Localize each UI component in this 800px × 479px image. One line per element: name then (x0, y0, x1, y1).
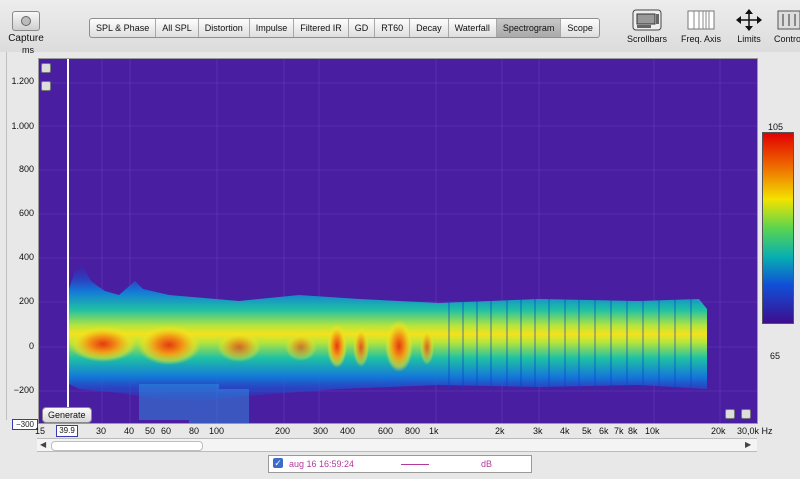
scrollbars-label: Scrollbars (627, 34, 668, 44)
y-tick-label: 0 (28, 341, 34, 351)
tab-distortion[interactable]: Distortion (199, 19, 250, 37)
x-tick-label: 30 (96, 426, 107, 436)
x-tick-label: 6k (599, 426, 609, 436)
x-tick-label: 7k (614, 426, 624, 436)
scroll-right-icon[interactable]: ▶ (745, 440, 751, 449)
color-scale-bar (762, 132, 794, 324)
cursor-frequency-field[interactable]: 39.9 (56, 425, 78, 437)
zoom-in-y-button[interactable] (41, 63, 51, 73)
zoom-out-x-button[interactable] (741, 409, 751, 419)
spectrogram-plot[interactable]: Generate (38, 58, 758, 424)
color-scale-min: 65 (770, 351, 781, 361)
freq-axis-label: Freq. Axis (681, 34, 722, 44)
y-tick-label: 200 (18, 296, 34, 306)
legend-unit: dB (481, 459, 493, 469)
freq-axis-button[interactable]: Freq. Axis (681, 9, 721, 44)
x-tick-label: 30,0k Hz (737, 426, 773, 436)
limits-button[interactable]: Limits (735, 9, 763, 44)
y-tick-label: 1.000 (11, 121, 34, 131)
color-scale-max: 105 (768, 122, 784, 132)
measurement-legend: ✓ aug 16 16:59:24 dB (268, 455, 532, 473)
x-tick-label: 5k (582, 426, 592, 436)
x-tick-label: 80 (189, 426, 200, 436)
controls-label: Contro (774, 34, 800, 44)
x-tick-label: 8k (628, 426, 638, 436)
x-tick-label: 100 (209, 426, 225, 436)
generate-button[interactable]: Generate (42, 407, 92, 423)
measurement-name: aug 16 16:59:24 (289, 459, 355, 469)
frequency-cursor[interactable] (67, 59, 69, 423)
x-tick-label: 4k (560, 426, 570, 436)
horizontal-scrollbar[interactable]: ◀ ▶ (37, 438, 757, 452)
tab-rt60[interactable]: RT60 (375, 19, 411, 37)
capture-label: Capture (8, 33, 44, 44)
scrollbar-thumb[interactable] (51, 441, 203, 451)
x-tick-label: 20k (711, 426, 726, 436)
controls-icon (777, 10, 800, 30)
spectrogram-image (39, 59, 757, 423)
graph-tabs: SPL & Phase All SPL Distortion Impulse F… (89, 18, 600, 38)
toolbar: Capture SPL & Phase All SPL Distortion I… (0, 0, 800, 52)
controls-button[interactable]: Contro (774, 9, 800, 44)
tab-impulse[interactable]: Impulse (250, 19, 295, 37)
limits-label: Limits (737, 34, 761, 44)
tab-gd[interactable]: GD (349, 19, 376, 37)
x-tick-label: 2k (495, 426, 505, 436)
x-tick-label: 1k (429, 426, 439, 436)
zoom-in-x-button[interactable] (725, 409, 735, 419)
x-start-label: 15 (35, 426, 46, 436)
scroll-left-icon[interactable]: ◀ (40, 440, 46, 449)
x-tick-label: 60 (161, 426, 172, 436)
x-tick-label: 40 (124, 426, 135, 436)
x-tick-label: 3k (533, 426, 543, 436)
tab-waterfall[interactable]: Waterfall (449, 19, 497, 37)
scrollbars-icon (632, 9, 662, 31)
tab-filtered-ir[interactable]: Filtered IR (294, 19, 349, 37)
tab-spl-phase[interactable]: SPL & Phase (90, 19, 157, 37)
y-tick-label: 1.200 (11, 76, 34, 86)
freq-axis-icon (687, 10, 715, 30)
tab-spectrogram[interactable]: Spectrogram (496, 19, 562, 37)
tab-all-spl[interactable]: All SPL (156, 19, 199, 37)
x-tick-label: 400 (340, 426, 356, 436)
x-tick-label: 600 (378, 426, 394, 436)
x-tick-label: 10k (645, 426, 660, 436)
measurement-checkbox[interactable]: ✓ (273, 458, 283, 468)
capture-button[interactable]: Capture (8, 11, 44, 44)
y-axis-unit: ms (22, 45, 34, 55)
y-tick-label: 800 (18, 164, 34, 174)
y-tick-label: 400 (18, 252, 34, 262)
x-tick-label: 200 (275, 426, 291, 436)
scrollbars-button[interactable]: Scrollbars (627, 9, 667, 44)
tab-decay[interactable]: Decay (410, 19, 449, 37)
x-tick-label: 800 (405, 426, 421, 436)
y-tick-label: −200 (13, 385, 34, 395)
camera-icon (12, 11, 40, 31)
limits-icon (736, 9, 762, 31)
tab-scope[interactable]: Scope (561, 19, 599, 37)
x-tick-label: 300 (313, 426, 329, 436)
legend-line-swatch (401, 464, 429, 465)
zoom-out-y-button[interactable] (41, 81, 51, 91)
y-tick-label: 600 (18, 208, 34, 218)
x-tick-label: 50 (145, 426, 156, 436)
